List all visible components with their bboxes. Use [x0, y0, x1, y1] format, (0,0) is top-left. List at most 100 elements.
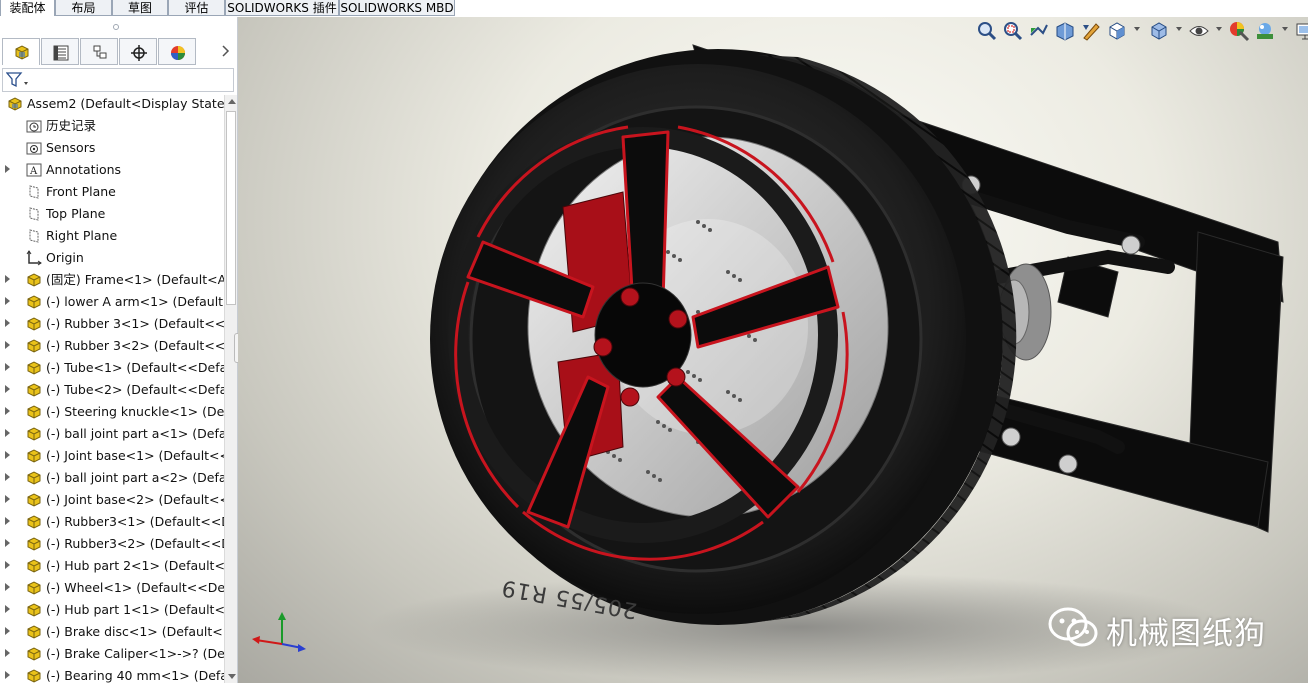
tree-item[interactable]: (-) Hub part 2<1> (Default<<	[0, 555, 224, 577]
expand-arrow-icon[interactable]	[5, 605, 10, 613]
expand-arrow-icon[interactable]	[5, 539, 10, 547]
dynamic-annotation-icon[interactable]	[1080, 20, 1102, 42]
scroll-up-arrow-icon[interactable]	[228, 99, 236, 104]
expand-arrow-icon[interactable]	[5, 473, 10, 481]
tree-item-label: (-) Brake disc<1> (Default<<I	[46, 624, 224, 639]
command-manager-tabs: 装配体 布局 草图 评估 SOLIDWORKS 插件 SOLIDWORKS MB…	[0, 0, 1308, 17]
display-style-dropdown-icon[interactable]	[1176, 27, 1182, 31]
tree-item[interactable]: (-) Tube<1> (Default<<Defau	[0, 357, 224, 379]
scrollbar-thumb[interactable]	[226, 111, 236, 305]
tree-item[interactable]: (-) Joint base<2> (Default<<D	[0, 489, 224, 511]
tree-item[interactable]: (-) Joint base<1> (Default<<D	[0, 445, 224, 467]
apply-scene-icon[interactable]	[1254, 20, 1276, 42]
tab-dimxpert-manager[interactable]	[119, 38, 157, 65]
expand-arrow-icon[interactable]	[5, 363, 10, 371]
annotations-icon: A	[26, 162, 42, 178]
view-settings-icon[interactable]	[1294, 20, 1308, 42]
tree-root-assembly[interactable]: Assem2 (Default<Display State-1	[0, 95, 224, 115]
tab-configuration-manager[interactable]	[80, 38, 118, 65]
tab-feature-manager-tree[interactable]	[2, 38, 40, 65]
panel-grip[interactable]	[0, 17, 237, 37]
hide-show-icon[interactable]	[1188, 20, 1210, 42]
tree-item[interactable]: Origin	[0, 247, 224, 269]
expand-arrow-icon[interactable]	[5, 671, 10, 679]
plane-icon	[26, 206, 42, 222]
tree-item-label: Sensors	[46, 140, 96, 155]
tree-item[interactable]: (-) Rubber3<1> (Default<<De	[0, 511, 224, 533]
tree-item[interactable]: (固定) Frame<1> (Default<As	[0, 269, 224, 291]
feature-tree: Assem2 (Default<Display State-1 历史记录 Senso…	[0, 95, 224, 683]
feature-manager-panel: Assem2 (Default<Display State-1 历史记录 Senso…	[0, 17, 238, 683]
tree-item[interactable]: Right Plane	[0, 225, 224, 247]
wheel-assembly-model[interactable]: 205/55 R19	[238, 17, 1308, 683]
tree-item[interactable]: 历史记录	[0, 115, 224, 137]
drill-hole	[738, 278, 742, 282]
expand-arrow-icon[interactable]	[5, 517, 10, 525]
expand-arrow-icon[interactable]	[5, 275, 10, 283]
expand-arrow-icon[interactable]	[5, 451, 10, 459]
zoom-to-area-icon[interactable]	[1002, 20, 1024, 42]
chevron-right-icon[interactable]	[218, 43, 234, 59]
feature-manager-tabs	[0, 38, 237, 67]
filter-field[interactable]	[2, 68, 234, 92]
tab-display-manager[interactable]	[158, 38, 196, 65]
display-style-icon[interactable]	[1148, 20, 1170, 42]
tree-item-label: Annotations	[46, 162, 122, 177]
tree-item[interactable]: (-) ball joint part a<2> (Defau	[0, 467, 224, 489]
tree-item[interactable]: A Annotations	[0, 159, 224, 181]
tree-item[interactable]: (-) Rubber3<2> (Default<<De	[0, 533, 224, 555]
expand-arrow-icon[interactable]	[5, 385, 10, 393]
graphics-area[interactable]: 205/55 R19	[238, 17, 1308, 683]
expand-arrow-icon[interactable]	[5, 407, 10, 415]
expand-arrow-icon[interactable]	[5, 165, 10, 173]
edit-appearance-icon[interactable]	[1228, 20, 1250, 42]
view-orientation-dropdown-icon[interactable]	[1134, 27, 1140, 31]
section-view-icon[interactable]	[1054, 20, 1076, 42]
tree-item[interactable]: Sensors	[0, 137, 224, 159]
expand-arrow-icon[interactable]	[5, 495, 10, 503]
tree-item[interactable]: Top Plane	[0, 203, 224, 225]
assembly-icon	[15, 45, 29, 60]
expand-arrow-icon[interactable]	[5, 429, 10, 437]
drill-hole	[658, 478, 662, 482]
tree-item[interactable]: (-) Brake disc<1> (Default<<I	[0, 621, 224, 643]
tree-item[interactable]: (-) Tube<2> (Default<<Defau	[0, 379, 224, 401]
expand-arrow-icon[interactable]	[5, 627, 10, 635]
tree-scrollbar[interactable]	[224, 95, 237, 683]
tree-item[interactable]: (-) ball joint part a<1> (Defau	[0, 423, 224, 445]
tree-item[interactable]: Front Plane	[0, 181, 224, 203]
expand-arrow-icon[interactable]	[5, 561, 10, 569]
tab-assembly[interactable]: 装配体	[0, 0, 55, 16]
tab-sketch[interactable]: 草图	[112, 0, 168, 16]
tab-solidworks-addins[interactable]: SOLIDWORKS 插件	[225, 0, 339, 16]
tree-item[interactable]: (-) Hub part 1<1> (Default<<	[0, 599, 224, 621]
tree-item[interactable]: (-) Rubber 3<1> (Default<<D	[0, 313, 224, 335]
part-icon	[26, 338, 42, 354]
previous-view-icon[interactable]	[1028, 20, 1050, 42]
tree-item[interactable]: (-) Bearing 40 mm<1> (Defau	[0, 665, 224, 683]
plane-icon	[26, 184, 42, 200]
tree-item[interactable]: (-) lower A arm<1> (Default<	[0, 291, 224, 313]
apply-scene-dropdown-icon[interactable]	[1282, 27, 1288, 31]
expand-arrow-icon[interactable]	[5, 297, 10, 305]
hide-show-dropdown-icon[interactable]	[1216, 27, 1222, 31]
part-icon	[26, 668, 42, 683]
tab-property-manager[interactable]	[41, 38, 79, 65]
tab-solidworks-mbd[interactable]: SOLIDWORKS MBD	[339, 0, 455, 16]
expand-arrow-icon[interactable]	[5, 341, 10, 349]
tree-item[interactable]: (-) Brake Caliper<1>->? (Defa	[0, 643, 224, 665]
expand-arrow-icon[interactable]	[5, 319, 10, 327]
tab-layout[interactable]: 布局	[55, 0, 112, 16]
scroll-down-arrow-icon[interactable]	[228, 674, 236, 679]
part-icon	[26, 360, 42, 376]
tree-item-label: (固定) Frame<1> (Default<As	[46, 272, 224, 287]
zoom-to-fit-icon[interactable]	[976, 20, 998, 42]
tree-item[interactable]: (-) Steering knuckle<1> (Defa	[0, 401, 224, 423]
drill-hole	[656, 420, 660, 424]
expand-arrow-icon[interactable]	[5, 649, 10, 657]
tree-item[interactable]: (-) Rubber 3<2> (Default<<D	[0, 335, 224, 357]
tree-item[interactable]: (-) Wheel<1> (Default<<Defa	[0, 577, 224, 599]
tab-evaluate[interactable]: 评估	[168, 0, 225, 16]
expand-arrow-icon[interactable]	[5, 583, 10, 591]
view-orientation-icon[interactable]	[1106, 20, 1128, 42]
